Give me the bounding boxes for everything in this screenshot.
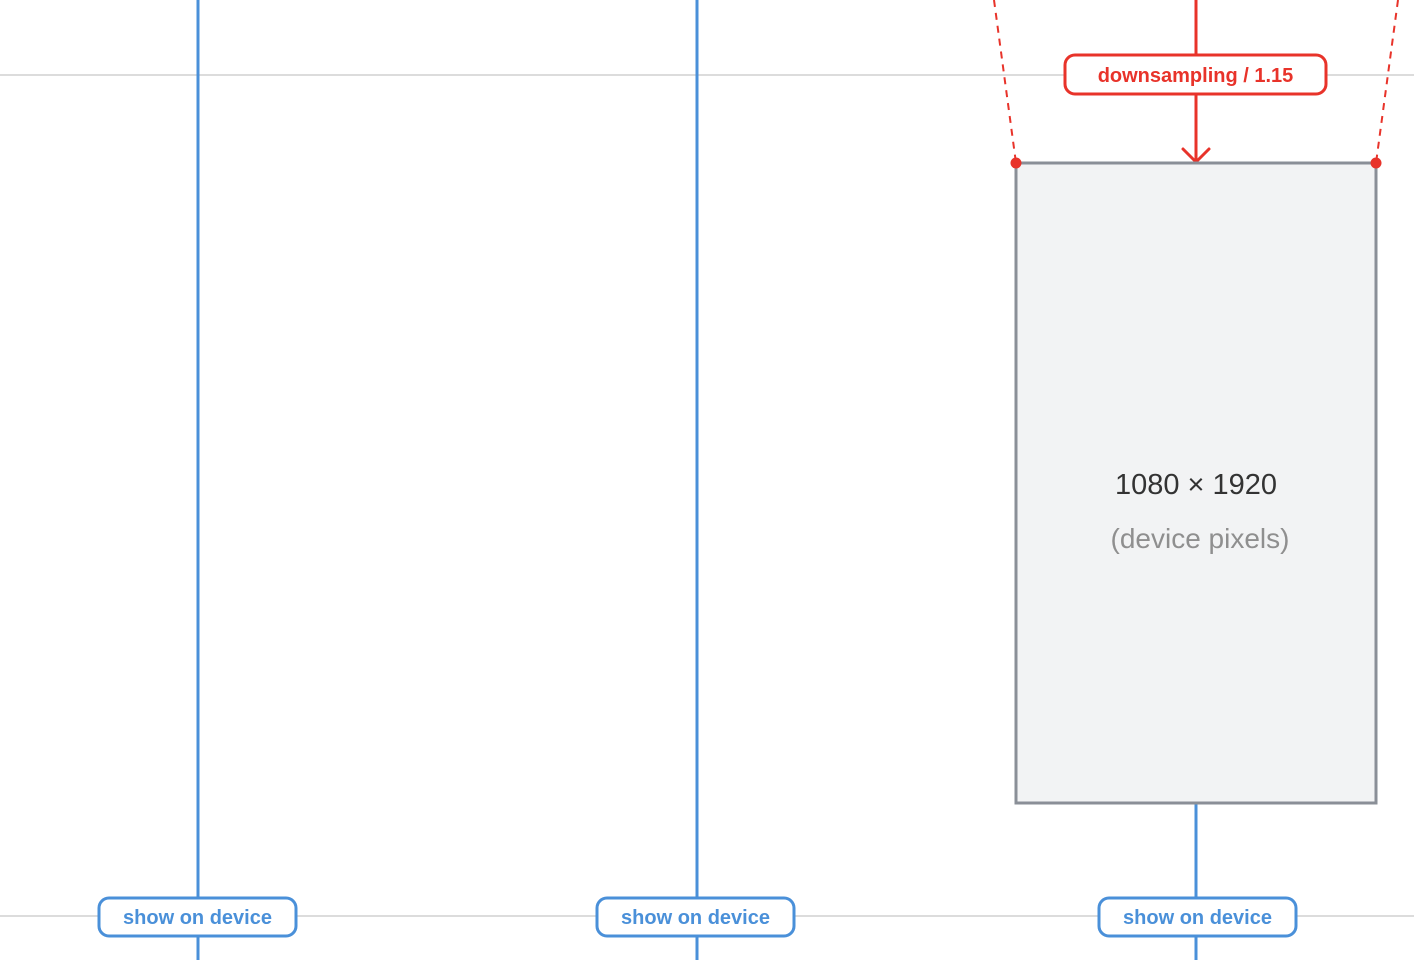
show-on-device-label-left[interactable]: show on device <box>123 907 272 929</box>
diagram-canvas: downsampling / 1.15 1080 × 1920 (device … <box>0 0 1414 960</box>
show-on-device-label-middle[interactable]: show on device <box>621 907 770 929</box>
device-resolution: 1080 × 1920 <box>1115 469 1277 501</box>
show-on-device-button-right[interactable]: show on device <box>1097 896 1298 938</box>
projection-dashed-right <box>1375 0 1399 164</box>
corner-dot-left <box>1010 157 1022 169</box>
device-unit-label: (device pixels) <box>1111 523 1290 554</box>
show-on-device-button-left[interactable]: show on device <box>97 896 298 938</box>
projection-dashed-left <box>993 0 1017 164</box>
show-on-device-button-middle[interactable]: show on device <box>595 896 796 938</box>
show-on-device-label-right[interactable]: show on device <box>1123 907 1272 929</box>
downsampling-label: downsampling / 1.15 <box>1098 65 1294 87</box>
corner-dot-right <box>1370 157 1382 169</box>
